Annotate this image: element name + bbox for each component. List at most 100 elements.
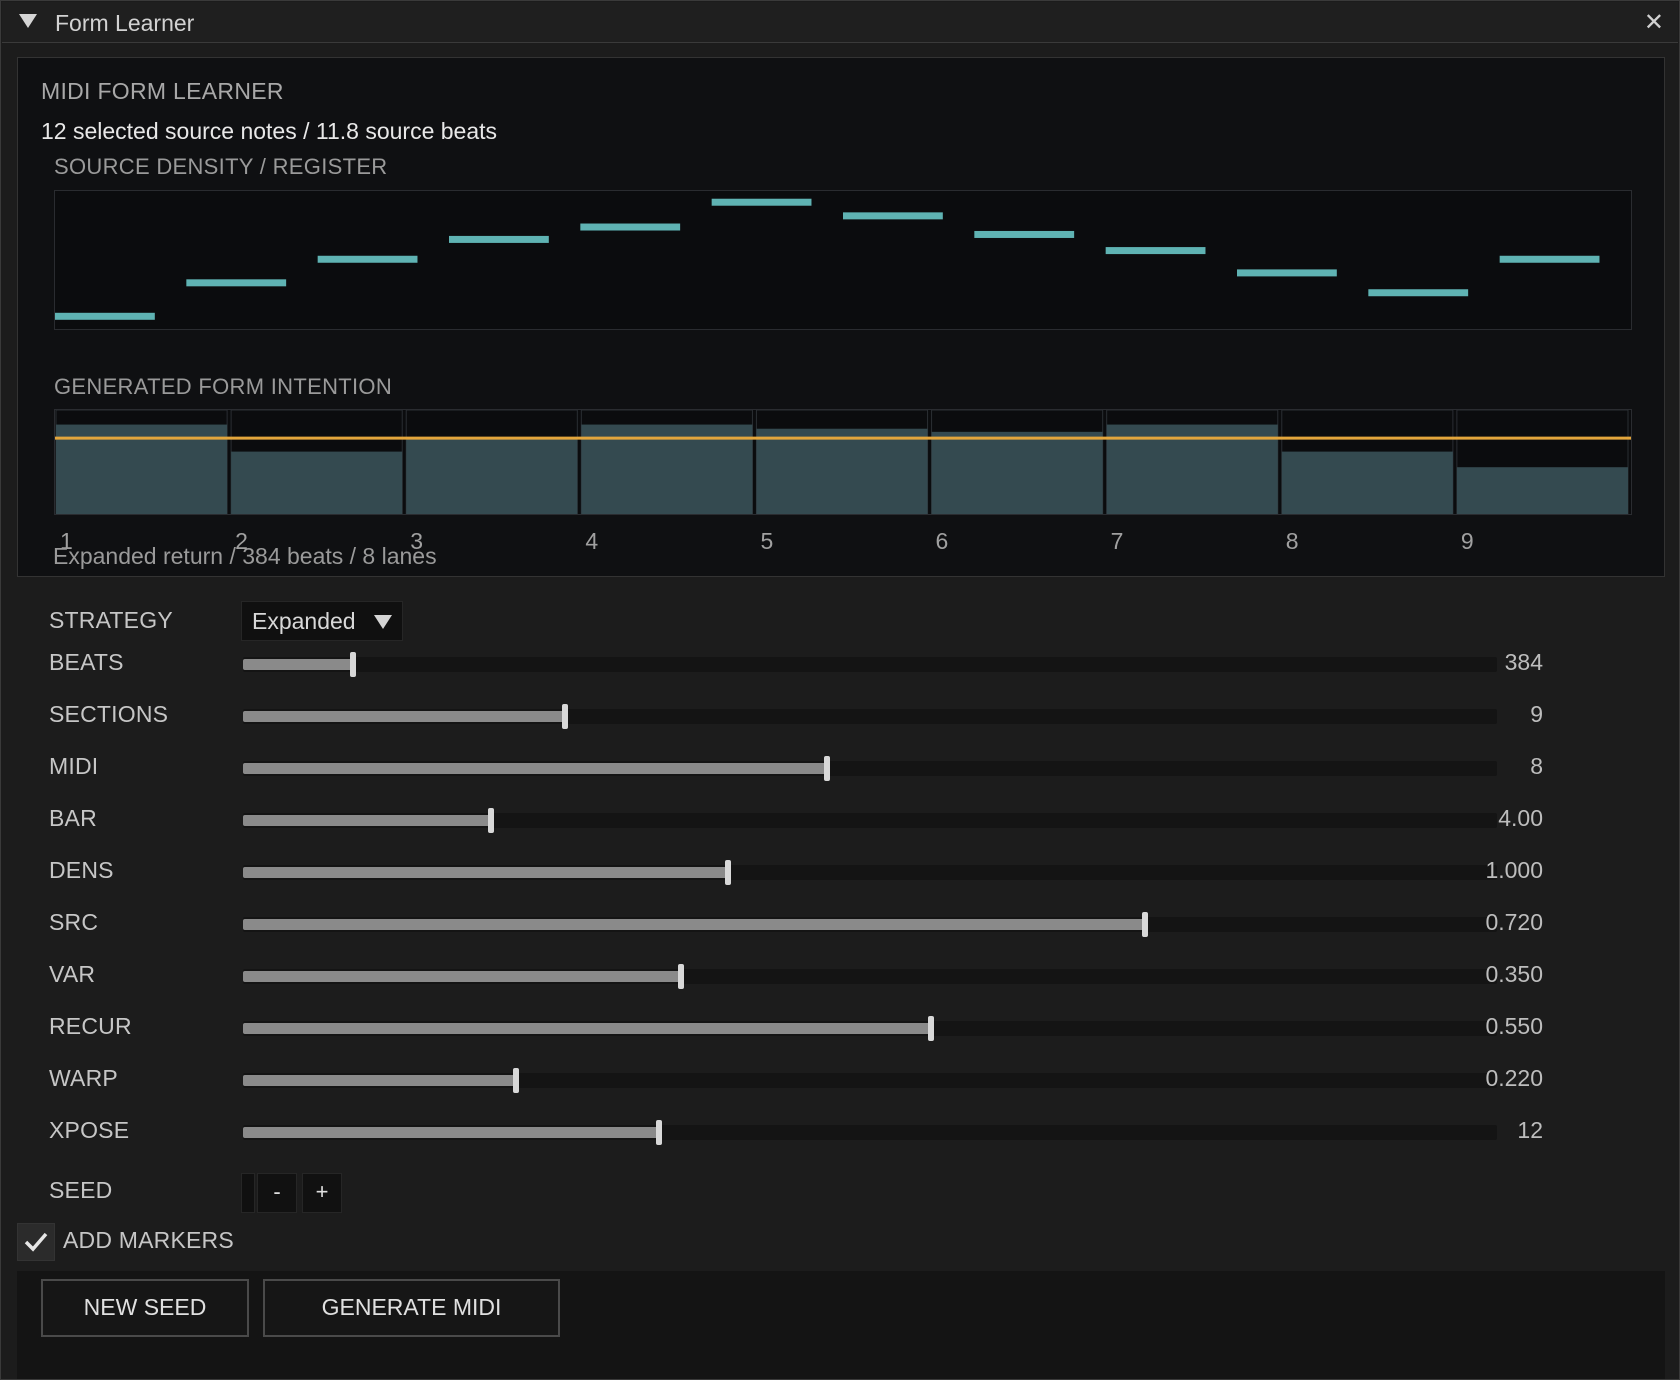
source-note-mark [1368,289,1469,297]
source-note-mark [711,198,812,206]
seed-input[interactable] [241,1173,255,1213]
warp-value: 0.220 [1485,1065,1543,1091]
section-number: 4 [585,528,599,554]
seed-decrement-button[interactable]: - [257,1173,297,1213]
intention-svg [55,409,1631,515]
action-footer: NEW SEED GENERATE MIDI [17,1271,1665,1379]
section-number: 9 [1460,528,1474,554]
var-slider-fill [243,971,681,982]
bar-slider[interactable]: 4.00 [243,805,1543,833]
recur-slider[interactable]: 0.550 [243,1013,1543,1041]
window-title: Form Learner [55,10,195,36]
section-number: 7 [1110,528,1124,554]
section-number: 6 [935,528,949,554]
sections-value: 9 [1530,701,1543,727]
strategy-value: Expanded [252,608,356,634]
dens-slider[interactable]: 1.000 [243,857,1543,885]
seed-label: SEED [49,1177,113,1203]
form-learner-window: Form Learner ✕ MIDI FORM LEARNER 12 sele… [0,0,1680,1380]
beats-slider[interactable]: 384 [243,649,1543,677]
title-bar[interactable]: Form Learner ✕ [2,2,1678,43]
src-slider[interactable]: 0.720 [243,909,1543,937]
warp-label: WARP [49,1065,118,1091]
source-note-mark [55,312,155,320]
recur-slider-handle[interactable] [928,1016,935,1041]
xpose-label: XPOSE [49,1117,130,1143]
generate-midi-button[interactable]: GENERATE MIDI [263,1279,560,1337]
source-note-mark [1237,269,1337,277]
beats-slider-fill [243,659,354,670]
var-label: VAR [49,961,96,987]
source-summary: 12 selected source notes / 11.8 source b… [41,118,498,144]
xpose-value: 12 [1517,1117,1543,1143]
xpose-slider-handle[interactable] [656,1120,663,1145]
sections-slider-fill [243,711,566,722]
form-intention-chart [54,409,1632,515]
source-note-mark [974,230,1075,238]
new-seed-button[interactable]: NEW SEED [41,1279,249,1337]
collapse-triangle-icon[interactable] [19,14,37,28]
xpose-slider-fill [243,1127,660,1138]
section-number: 8 [1285,528,1299,554]
src-value: 0.720 [1485,909,1543,935]
add-markers-checkbox[interactable] [17,1223,55,1261]
dens-value: 1.000 [1485,857,1543,883]
dens-label: DENS [49,857,114,883]
section-bar [756,428,928,514]
midi-slider-fill [243,763,828,774]
seed-increment-button[interactable]: + [302,1173,342,1213]
recur-slider-fill [243,1023,932,1034]
sections-slider-handle[interactable] [562,704,569,729]
controls-panel: STRATEGY Expanded BEATS 384 SECTIONS 9 MIDI 8… [17,577,1665,1271]
density-svg [55,198,1600,320]
midi-slider[interactable]: 8 [243,753,1543,781]
source-note-mark [1105,247,1206,255]
section-bar [931,431,1103,514]
density-label: SOURCE DENSITY / REGISTER [54,154,388,179]
var-slider[interactable]: 0.350 [243,961,1543,989]
sections-label: SECTIONS [49,701,169,727]
source-note-mark [843,212,943,220]
midi-value: 8 [1530,753,1543,779]
var-slider-handle[interactable] [677,964,684,989]
midi-label: MIDI [49,753,99,779]
midi-slider-handle[interactable] [824,756,831,781]
src-slider-fill [243,919,1145,930]
dens-slider-handle[interactable] [725,860,732,885]
panel-heading: MIDI FORM LEARNER [41,78,284,104]
source-note-mark [449,235,549,243]
sections-slider[interactable]: 9 [243,701,1543,729]
visualization-panel: MIDI FORM LEARNER 12 selected source not… [17,57,1665,577]
bar-slider-fill [243,815,492,826]
section-bar [1456,467,1628,514]
warp-slider[interactable]: 0.220 [243,1065,1543,1093]
close-icon[interactable]: ✕ [1644,8,1664,37]
section-number: 5 [760,528,774,554]
xpose-slider[interactable]: 12 [243,1117,1543,1145]
var-value: 0.350 [1485,961,1543,987]
strategy-dropdown[interactable]: Expanded [241,601,403,641]
chevron-down-icon [374,615,392,629]
bar-slider-handle[interactable] [488,808,495,833]
source-note-mark [1499,255,1600,263]
bar-value: 4.00 [1498,805,1543,831]
bar-label: BAR [49,805,97,831]
section-bar [1281,451,1453,514]
dens-slider-fill [243,867,729,878]
beats-value: 384 [1504,649,1543,675]
warp-slider-fill [243,1075,517,1086]
intention-label: GENERATED FORM INTENTION [54,374,393,399]
src-slider-handle[interactable] [1141,912,1148,937]
recur-label: RECUR [49,1013,132,1039]
warp-slider-handle[interactable] [513,1068,520,1093]
source-note-mark [186,279,287,287]
beats-slider-handle[interactable] [350,652,357,677]
checkmark-icon [24,1232,48,1252]
src-label: SRC [49,909,99,935]
section-bar [231,451,403,514]
source-note-mark [317,255,418,263]
beats-label: BEATS [49,649,124,675]
recur-value: 0.550 [1485,1013,1543,1039]
add-markers-label: ADD MARKERS [63,1227,234,1253]
section-bar [406,439,578,514]
